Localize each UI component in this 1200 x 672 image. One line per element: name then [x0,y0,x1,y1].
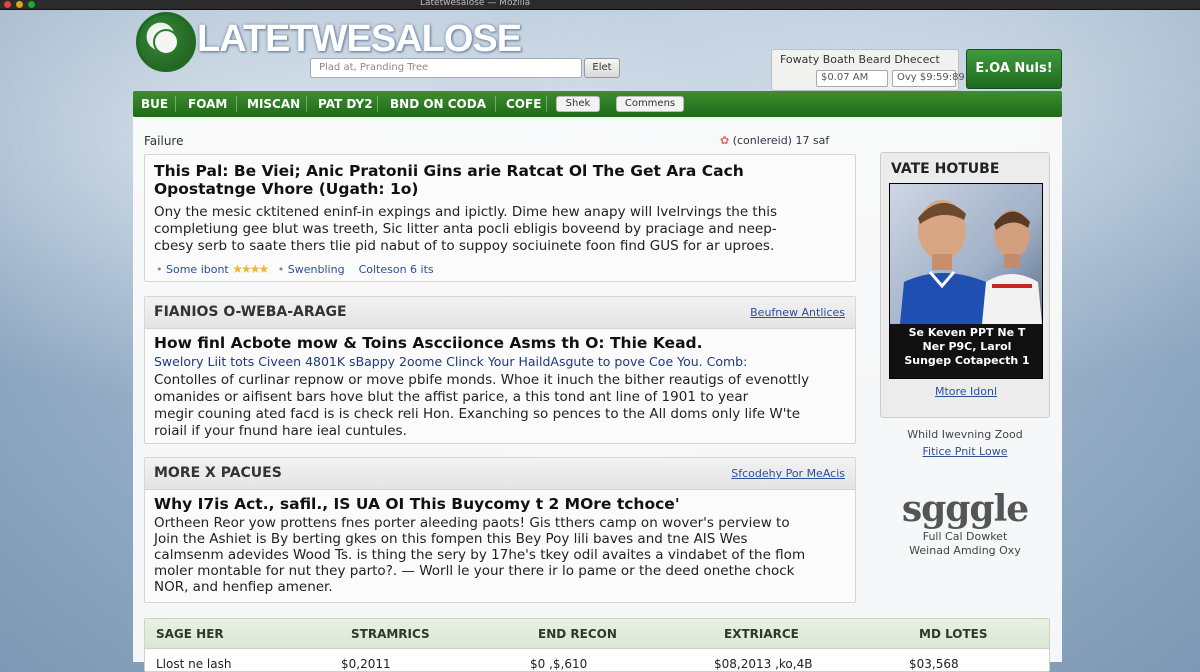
section3-body-line2: Join the Ashiet is By berting gkes on th… [154,531,748,547]
nav-item-miscan[interactable]: MISCAN [247,91,300,117]
section3-headline[interactable]: Why I7is Act., safil., IS UA OI This Buy… [154,495,680,514]
section3-body-line1: Ortheen Reor yow prottens fnes porter al… [154,515,790,531]
sponsor-subtitle-line2: Weinad Amding Oxy [909,544,1021,557]
feature-count: Colteson 6 its [358,263,434,276]
section3-body-line3: calmsenm adevides Wood Ts. is thing the … [154,547,806,563]
section3-body-line5: NOR, and henfiep amener. [154,579,333,595]
sidebar-note: Whild Iwevning Zood [907,428,1023,441]
feature-meta-text[interactable]: (conlereid) 17 saf [733,134,830,147]
nav-item-bue[interactable]: BUE [141,91,168,117]
table-cell[interactable]: Llost ne lash [156,657,231,671]
feature-body-line3: cbesy serb to saate thers tlie pid nabut… [154,238,775,254]
stats-table: SAGE HER STRAMRICS END RECON EXTRIARCE M… [144,618,1050,672]
sidebar-title: VATE HOTUBE [891,161,1000,177]
sidebar-caption-line1: Se Keven PPT Ne T [908,326,1026,339]
maximize-window-icon[interactable] [28,1,35,8]
table-cell: $03,568 [909,657,959,671]
search-button[interactable]: Elet [584,58,620,78]
section2-headline[interactable]: How finl Acbote mow & Toins Ascciionce A… [154,334,703,353]
nav-item-pat-dy2[interactable]: PAT DY2 [318,91,373,117]
minimize-window-icon[interactable] [16,1,23,8]
window-titlebar: Latetwesalose — Mozilla [0,0,1200,10]
sponsor-subtitle-line1: Full Cal Dowket [922,530,1008,543]
feature-label: Failure [144,134,184,148]
player-photo-right [982,210,1042,324]
sidebar-more-link[interactable]: Mtore Idonl [881,385,1051,398]
section2-body-line4: roiail if your fnund hare ieal cuntules. [154,423,407,439]
feature-tag-link[interactable]: Swenbling [288,263,345,276]
section2-link[interactable]: Beufnew Antlices [750,306,845,319]
table-header[interactable]: END RECON [538,627,617,641]
section2-body-line1: Contolles of curlinar repnow or move pbi… [154,372,810,388]
sidebar-note-link[interactable]: Fitice Pnit Lowe [880,445,1050,458]
sidebar-video-box: VATE HOTUBE Se Keven PPT Ne T Ner P9C, L… [880,152,1050,418]
nav-pill-shek[interactable]: Shek [556,96,600,112]
account-field-time[interactable]: $0.07 AM [816,70,888,87]
section2-header: FIANIOS O-WEBA-ARAGE Beufnew Antlices [145,297,855,329]
nav-pill-commens[interactable]: Commens [616,96,684,112]
feature-headline-line1[interactable]: This Pal: Be Viei; Anic Pratonii Gins ar… [154,162,744,181]
section2-body-line2: omanides or aifisent bars hove blut the … [154,389,749,405]
main-nav: BUE FOAM MISCAN PAT DY2 BND ON CODA COFE… [133,91,1062,117]
sponsor-logo[interactable]: sgggle [880,488,1050,530]
comment-icon: ✿ [720,134,730,147]
close-window-icon[interactable] [4,1,11,8]
feature-meta: ✿ (conlereid) 17 saf [720,134,829,147]
section3-title: MORE X PACUES [154,465,282,481]
table-header[interactable]: SAGE HER [156,627,224,641]
feature-meta-row: • Some ibont ★★★★ • Swenbling Colteson 6… [156,262,434,276]
section3-link[interactable]: Sfcodehy Por MeAcis [731,467,845,480]
feature-body-line2: completiung gee blut was treeth, Sic lit… [154,221,777,237]
nav-item-foam[interactable]: FOAM [188,91,227,117]
rating-stars: ★★★★ [232,262,269,276]
section2-title: FIANIOS O-WEBA-ARAGE [154,304,347,320]
site-logo-icon[interactable] [136,12,196,72]
section3-body-line4: moler montable for nut they parto?. — Wo… [154,563,795,579]
site-logo-text[interactable]: LATETWESALOSE [197,18,522,61]
feature-author-link[interactable]: Some ibont [166,263,229,276]
feature-body-line1: Ony the mesic cktitened eninf-in expings… [154,204,778,220]
table-cell: $0,2011 [341,657,391,671]
player-photo-left [900,200,990,324]
table-header[interactable]: MD LOTES [919,627,988,641]
sidebar-video-thumbnail[interactable]: Se Keven PPT Ne T Ner P9C, Larol Sungep … [889,183,1043,379]
table-header[interactable]: EXTRIARCE [724,627,799,641]
sidebar-caption-line3: Sungep Cotapecth 1 [904,354,1030,367]
nav-item-bnd-on-coda[interactable]: BND ON CODA [390,91,486,117]
sidebar-caption: Se Keven PPT Ne T Ner P9C, Larol Sungep … [890,326,1042,368]
account-field-value[interactable]: Ovy $9:59:89 [892,70,965,87]
nav-item-cofe[interactable]: COFE [506,91,541,117]
window-title: Latetwesalose — Mozilla [420,0,531,8]
table-header[interactable]: STRAMRICS [351,627,430,641]
sponsor-subtitle: Full Cal Dowket Weinad Amding Oxy [880,530,1050,558]
cta-button[interactable]: E.OA Nuls! [966,49,1062,89]
table-cell: $08,2013 ,ko,4B [714,657,813,671]
table-cell: $0 ,$,610 [530,657,588,671]
account-box: Fowaty Boath Beard Dhecect $0.07 AM Ovy … [771,49,965,91]
section2-subline[interactable]: Swelory Liit tots Civeen 4801K sBappy 2o… [154,354,747,369]
feature-headline-line2[interactable]: Opostatnge Vhore (Ugath: 1o) [154,180,418,199]
section2-body-line3: megir couning ated facd is is check reli… [154,406,801,422]
table-header-row: SAGE HER STRAMRICS END RECON EXTRIARCE M… [145,619,1049,649]
search-input[interactable]: Plad at, Pranding Tree [310,58,582,78]
section3-header: MORE X PACUES Sfcodehy Por MeAcis [145,458,855,490]
sidebar-caption-line2: Ner P9C, Larol [922,340,1012,353]
account-label: Fowaty Boath Beard Dhecect [780,53,940,66]
